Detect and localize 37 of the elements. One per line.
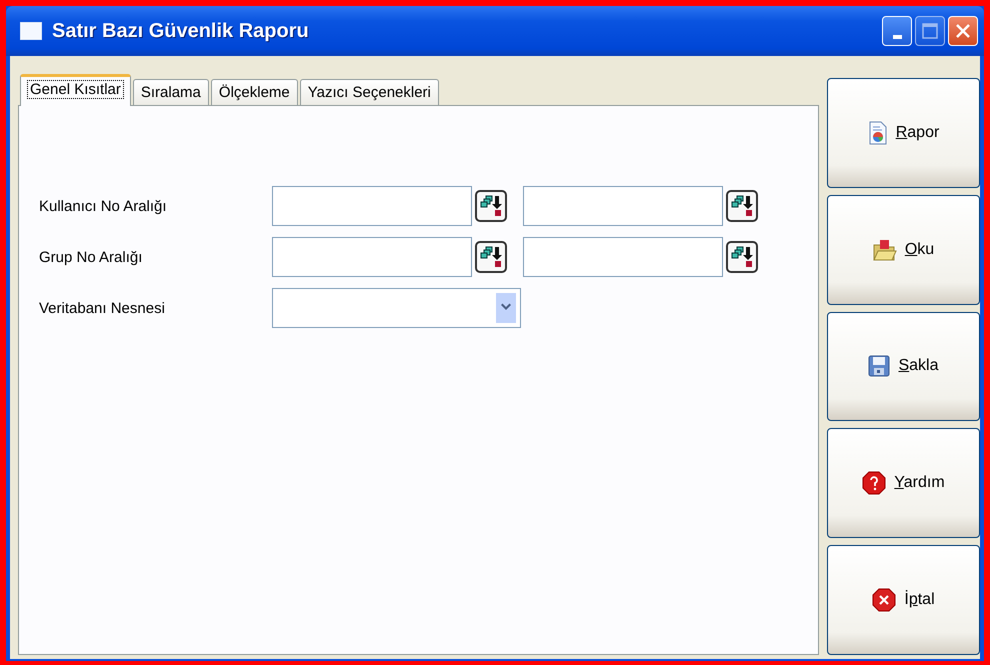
input-field[interactable] [272,237,472,277]
picker-icon [731,194,753,218]
action-button[interactable]: Oku [827,194,980,305]
action-button[interactable]: İptal [827,545,980,655]
question-mark-icon [862,471,886,496]
picker-button[interactable] [726,241,758,273]
picker-icon [480,194,502,218]
close-icon [955,23,971,39]
folder-icon [872,238,897,261]
maximize-icon [922,23,938,39]
close-button[interactable] [948,16,978,46]
minimize-icon [892,35,902,39]
action-button[interactable]: Sakla [827,312,980,422]
tab[interactable]: Yazıcı Seçenekleri [300,79,439,106]
picker-button[interactable] [726,190,758,222]
picker-icon [480,245,502,269]
tab[interactable]: Genel Kısıtlar [20,74,131,106]
field-label: Veritabanı Nesnesi [39,300,166,316]
picker-icon [731,245,753,269]
minimize-button[interactable] [882,16,912,46]
cancel-icon [872,588,896,612]
window-title: Satır Bazı Güvenlik Raporu [52,20,310,42]
document-icon [868,120,888,145]
field-label: Grup No Aralığı [39,248,144,266]
tab[interactable]: Sıralama [132,79,209,106]
picker-button[interactable] [475,190,507,222]
input-field[interactable] [523,186,723,226]
maximize-button[interactable] [915,16,945,46]
dropdown[interactable] [272,288,521,328]
field-label: Kullanıcı No Aralığı [39,198,168,214]
action-button[interactable]: Rapor [827,78,980,188]
window-icon [20,22,42,40]
tab[interactable]: Ölçekleme [210,79,298,106]
action-button[interactable]: Yardım [827,428,980,538]
input-field[interactable] [272,186,472,226]
input-field[interactable] [523,237,723,277]
picker-button[interactable] [475,241,507,273]
